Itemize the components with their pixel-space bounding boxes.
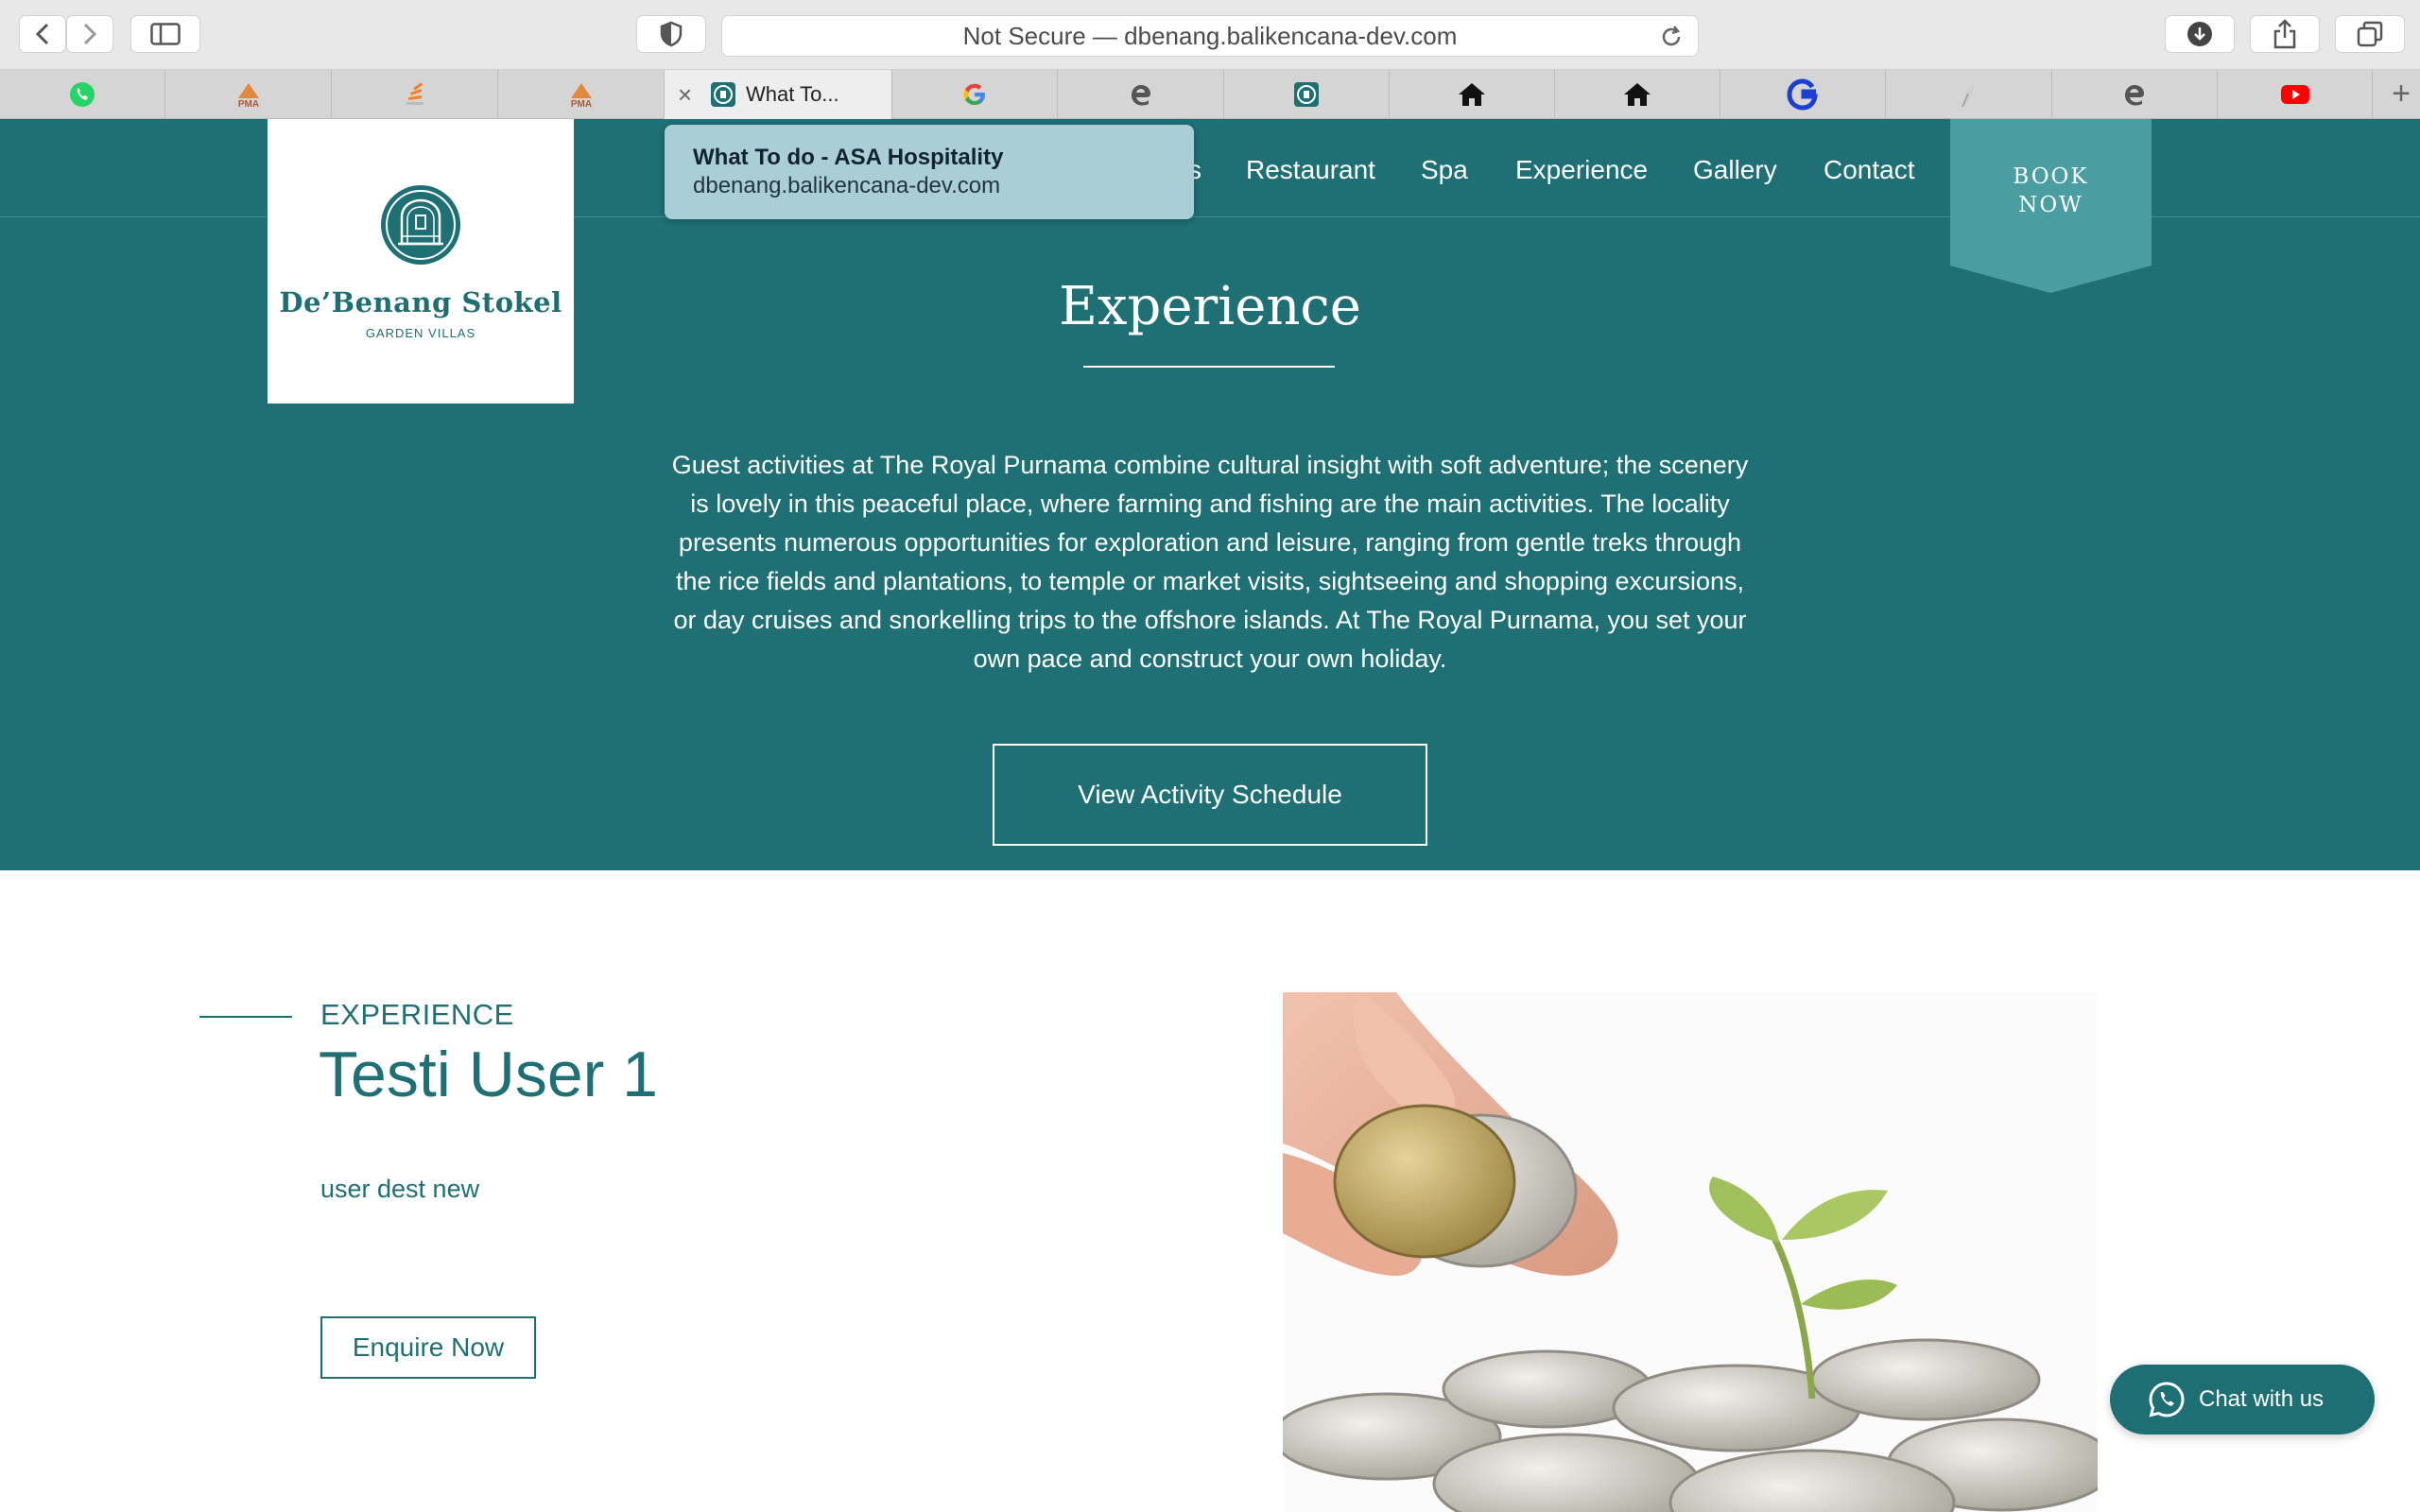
hero-description: Guest activities at The Royal Purnama co… — [671, 451, 1749, 673]
tab-stack[interactable] — [332, 70, 498, 119]
downloads-button[interactable] — [2165, 15, 2235, 53]
home-icon — [1459, 83, 1485, 106]
chevron-right-icon — [83, 23, 97, 45]
tab-home-2[interactable] — [1555, 70, 1720, 119]
nav-item-contact[interactable]: Contact — [1824, 155, 1915, 185]
site-icon — [711, 82, 735, 107]
shield-icon — [660, 21, 683, 47]
experience-title: Testi User 1 — [319, 1039, 658, 1110]
svg-text:PMA: PMA — [237, 99, 258, 108]
experience-accent-line — [199, 1016, 292, 1018]
active-tab-title: What To... — [746, 82, 839, 106]
sidebar-toggle-button[interactable] — [130, 15, 200, 53]
book-now-label: BOOK NOW — [1950, 163, 2152, 219]
address-bar[interactable]: Not Secure — dbenang.balikencana-dev.com — [721, 15, 1699, 57]
book-now-button[interactable]: BOOK NOW — [1950, 119, 2152, 293]
close-tab-icon[interactable]: × — [678, 82, 692, 107]
tab-pma-2[interactable]: PMA — [498, 70, 665, 119]
chat-label: Chat with us — [2199, 1386, 2325, 1412]
tab-edge-2[interactable] — [2052, 70, 2218, 119]
tabs-icon — [2357, 21, 2383, 47]
site-logo[interactable]: De’Benang Stokel GARDEN VILLAS — [268, 119, 574, 404]
svg-text:PMA: PMA — [570, 99, 591, 108]
forward-button[interactable] — [66, 15, 113, 53]
tooltip-url: dbenang.balikencana-dev.com — [693, 173, 1001, 198]
edge-icon — [1131, 85, 1150, 106]
chevron-left-icon — [35, 23, 49, 45]
home-icon — [1624, 83, 1651, 106]
share-button[interactable] — [2250, 15, 2320, 53]
tab-youtube[interactable] — [2218, 70, 2373, 119]
tooltip-title: What To do - ASA Hospitality — [693, 145, 1004, 170]
privacy-shield-button[interactable] — [636, 15, 706, 53]
tab-feather[interactable] — [1886, 70, 2052, 119]
browser-toolbar: Not Secure — dbenang.balikencana-dev.com — [0, 0, 2420, 70]
new-tab-button[interactable]: + — [2392, 77, 2411, 110]
experience-kicker: EXPERIENCE — [320, 998, 514, 1031]
tab-whatsapp[interactable] — [0, 70, 165, 119]
whatsapp-icon — [2149, 1382, 2185, 1418]
view-activity-schedule-button[interactable]: View Activity Schedule — [993, 744, 1427, 846]
enquire-now-button[interactable]: Enquire Now — [320, 1316, 536, 1379]
tab-overview-button[interactable] — [2335, 15, 2405, 53]
tab-home-1[interactable] — [1390, 70, 1555, 119]
tab-bar: PMA PMA × What To... + — [0, 70, 2420, 119]
experience-image — [1283, 992, 2098, 1512]
coins-plant-illustration — [1283, 992, 2098, 1512]
nav-item-gallery[interactable]: Gallery — [1693, 155, 1777, 185]
stack-icon — [406, 82, 424, 105]
hero-section: De’Benang Stokel GARDEN VILLAS s Restaur… — [0, 119, 2420, 870]
feather-icon — [1961, 83, 1974, 108]
reload-icon[interactable] — [1658, 24, 1685, 50]
tab-tooltip: What To do - ASA Hospitality dbenang.bal… — [665, 125, 1194, 219]
google-icon — [963, 83, 985, 105]
nav-item-spa[interactable]: Spa — [1421, 155, 1468, 185]
pma-icon: PMA — [570, 83, 592, 108]
download-icon — [2187, 22, 2212, 46]
site-icon — [1294, 82, 1319, 107]
nav-item-restaurant[interactable]: Restaurant — [1246, 155, 1375, 185]
whatsapp-icon — [70, 82, 95, 107]
experience-description: user dest new — [320, 1175, 480, 1203]
book-label-line2: NOW — [2018, 193, 2083, 217]
chat-with-us-button[interactable]: Chat with us — [2110, 1365, 2375, 1435]
nav-item-experience[interactable]: Experience — [1515, 155, 1648, 185]
tab-site-2[interactable] — [1224, 70, 1390, 119]
edge-icon — [2125, 85, 2144, 106]
back-button[interactable] — [19, 15, 66, 53]
hero-title: Experience — [1059, 276, 1361, 337]
address-text: Not Secure — dbenang.balikencana-dev.com — [962, 21, 1458, 50]
tab-edge-1[interactable] — [1058, 70, 1224, 119]
hero-title-underline — [1083, 366, 1335, 368]
tab-active-what-to-do[interactable]: × What To... — [665, 70, 892, 119]
logo-emblem-icon — [381, 185, 460, 265]
pma-icon: PMA — [237, 83, 259, 108]
tab-grammarly[interactable] — [1720, 70, 1886, 119]
grammarly-icon — [1787, 78, 1818, 111]
sidebar-icon — [150, 23, 181, 45]
youtube-icon — [2280, 85, 2309, 104]
book-label-line1: BOOK — [2013, 164, 2089, 189]
share-icon — [2273, 19, 2296, 49]
tab-google[interactable] — [892, 70, 1058, 119]
tab-pma-1[interactable]: PMA — [165, 70, 332, 119]
